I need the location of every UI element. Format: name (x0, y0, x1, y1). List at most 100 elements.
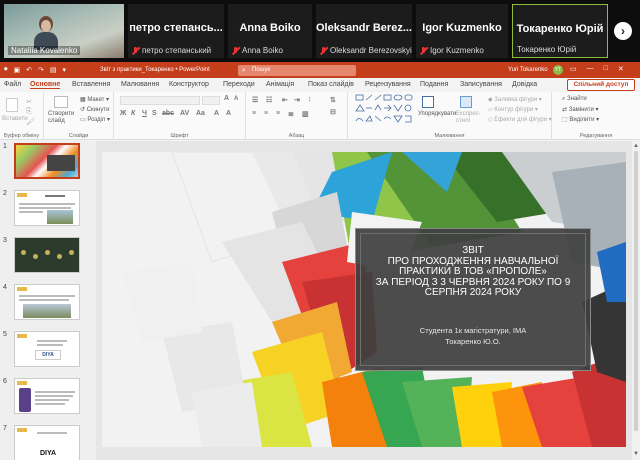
decrease-indent-icon[interactable]: ⇤ (282, 96, 288, 104)
tab-design[interactable]: Конструктор (169, 81, 209, 88)
diya-logo: DIYA (35, 350, 61, 360)
grow-font-icon[interactable]: A (224, 95, 229, 102)
tab-insert[interactable]: Вставлення (72, 81, 110, 88)
numbering-icon[interactable]: ☷ (266, 96, 272, 104)
phone-mockup-image (19, 388, 31, 412)
scroll-up-icon[interactable]: ▲ (633, 143, 639, 149)
align-text-icon[interactable]: ⊟ (330, 108, 336, 116)
format-painter-icon[interactable]: 🖌 (26, 118, 35, 126)
slide-thumbnail-4[interactable] (14, 284, 80, 320)
reset-button[interactable]: ↺ Скинути (80, 106, 109, 113)
participant-tile[interactable]: Oleksandr Berez... Oleksandr Berezovskyi (316, 4, 412, 58)
line-spacing-icon[interactable]: ↕ (308, 96, 312, 103)
clear-formatting-icon[interactable]: A (226, 110, 231, 117)
align-right-icon[interactable]: ≡ (276, 110, 280, 117)
current-slide[interactable]: ЗВІТ ПРО ПРОХОДЖЕННЯ НАВЧАЛЬНОЇ ПРАКТИКИ… (102, 152, 626, 447)
bullets-icon[interactable]: ☰ (252, 96, 258, 104)
slide-title[interactable]: ЗВІТ ПРО ПРОХОДЖЕННЯ НАВЧАЛЬНОЇ ПРАКТИКИ… (364, 245, 582, 299)
scrollbar-thumb[interactable] (634, 151, 638, 431)
slide-thumbnail-3[interactable] (14, 237, 80, 273)
character-spacing-icon[interactable]: AV (180, 110, 189, 117)
ribbon-display-icon[interactable]: ▭ (570, 65, 577, 73)
align-left-icon[interactable]: ≡ (252, 110, 256, 117)
avatar[interactable]: YT (553, 65, 563, 75)
participant-name-label: петро степанський (132, 46, 211, 55)
font-color-icon[interactable]: A (214, 110, 219, 117)
tab-draw[interactable]: Малювання (121, 81, 159, 88)
columns-icon[interactable]: ▥ (302, 110, 309, 118)
chevron-right-icon[interactable]: › (614, 22, 632, 40)
screen: Nataliia Kovalenko петро степансь... пет… (0, 0, 640, 460)
tab-transitions[interactable]: Переходи (223, 81, 255, 88)
section-button[interactable]: ▭ Розділ ▾ (80, 116, 110, 123)
justify-icon[interactable]: ≣ (288, 110, 294, 118)
text-direction-icon[interactable]: ⇅ (330, 96, 336, 104)
minimize-icon[interactable]: — (587, 65, 594, 73)
slide-thumbnail-5[interactable]: DIYA (14, 331, 80, 367)
participant-tile[interactable]: петро степансь... петро степанський (128, 4, 224, 58)
tab-home[interactable]: Основне (30, 81, 61, 89)
new-slide-button[interactable]: Створити слайд (48, 111, 76, 125)
shape-effects-button[interactable]: ◇ Ефекти для фігури ▾ (488, 116, 552, 123)
slide-thumbnail-titlebox (47, 155, 75, 171)
participant-tile[interactable]: Igor Kuzmenko Igor Kuzmenko (416, 4, 508, 58)
cut-icon[interactable]: ✂ (26, 98, 32, 106)
text-line (37, 432, 67, 434)
customize-toolbar-icon[interactable]: ▾ (63, 66, 67, 74)
slide-subtitle[interactable]: Студента 1к магістратури, ІМА Токаренко … (364, 325, 582, 347)
close-icon[interactable]: ✕ (618, 65, 624, 73)
group-label: Шрифт (170, 133, 189, 139)
copy-icon[interactable]: ⎘ (26, 108, 32, 116)
slide-thumbnail-6[interactable] (14, 378, 80, 414)
tab-review[interactable]: Рецензування (365, 81, 411, 88)
slide-thumbnail-badge (17, 334, 27, 338)
user-name[interactable]: Yuri Tokarenko (508, 67, 548, 73)
strikethrough-icon[interactable]: abc (162, 110, 174, 117)
shape-fill-button[interactable]: ◆ Заливка фігури ▾ (488, 96, 542, 103)
shrink-font-icon[interactable]: A (234, 96, 238, 102)
participant-tile-video[interactable]: Nataliia Kovalenko (4, 4, 124, 58)
shapes-gallery[interactable] (348, 92, 418, 126)
tab-file[interactable]: Файл (4, 81, 21, 88)
group-slides: Створити слайд ▦ Макет ▾ ↺ Скинути ▭ Роз… (44, 92, 114, 140)
title-placeholder[interactable]: ЗВІТ ПРО ПРОХОДЖЕННЯ НАВЧАЛЬНОЇ ПРАКТИКИ… (355, 228, 591, 371)
paste-button[interactable]: Вставити (2, 116, 28, 122)
search-box[interactable]: ⌕ Пошук (238, 65, 356, 76)
participant-tile[interactable]: Anna Boiko Anna Boiko (228, 4, 312, 58)
select-button[interactable]: ⬚ Виділити ▾ (562, 116, 599, 123)
tab-animations[interactable]: Анімація (266, 81, 294, 88)
autosave-icon[interactable]: ⏺ (4, 66, 8, 74)
shape-outline-button[interactable]: ▱ Контур фігури ▾ (488, 106, 538, 113)
font-family-select[interactable] (120, 96, 200, 105)
shadow-icon[interactable]: S (152, 110, 157, 117)
layout-button[interactable]: ▦ Макет ▾ (80, 96, 109, 103)
tab-view[interactable]: Подання (420, 81, 448, 88)
save-icon[interactable]: ▣ (14, 66, 21, 74)
arrange-button[interactable]: Упорядкувати (418, 111, 456, 118)
change-case-icon[interactable]: Aa (196, 110, 205, 117)
scroll-down-icon[interactable]: ▼ (633, 451, 639, 457)
present-icon[interactable]: ▤ (50, 66, 57, 74)
quick-styles-button[interactable]: Експрес-стилі (456, 111, 486, 125)
replace-button[interactable]: ⇄ Замінити ▾ (562, 106, 599, 113)
find-button[interactable]: ⌕ Знайти (562, 96, 587, 103)
share-button[interactable]: Спільний доступ (567, 79, 635, 91)
tab-help[interactable]: Довідка (512, 81, 537, 88)
slide-thumbnail-7[interactable]: DIYA (14, 425, 80, 460)
tab-record[interactable]: Записування (460, 81, 502, 88)
increase-indent-icon[interactable]: ⇥ (294, 96, 300, 104)
maximize-icon[interactable]: □ (604, 65, 608, 73)
redo-icon[interactable]: ↷ (38, 66, 44, 74)
slide-thumbnail-1[interactable] (14, 143, 80, 179)
tab-slideshow[interactable]: Показ слайдів (308, 81, 354, 88)
participant-tile-active-speaker[interactable]: Токаренко Юрій Токаренко Юрій (512, 4, 608, 58)
italic-icon[interactable]: К (131, 110, 135, 117)
slide-thumbnail-2[interactable] (14, 190, 80, 226)
align-center-icon[interactable]: ≡ (264, 110, 268, 117)
font-size-select[interactable] (202, 96, 220, 105)
bold-icon[interactable]: Ж (120, 110, 126, 117)
vertical-scrollbar[interactable]: ▲ ▼ (632, 141, 640, 460)
underline-icon[interactable]: Ч (142, 110, 147, 117)
undo-icon[interactable]: ↶ (26, 66, 32, 74)
text-line (19, 211, 43, 213)
